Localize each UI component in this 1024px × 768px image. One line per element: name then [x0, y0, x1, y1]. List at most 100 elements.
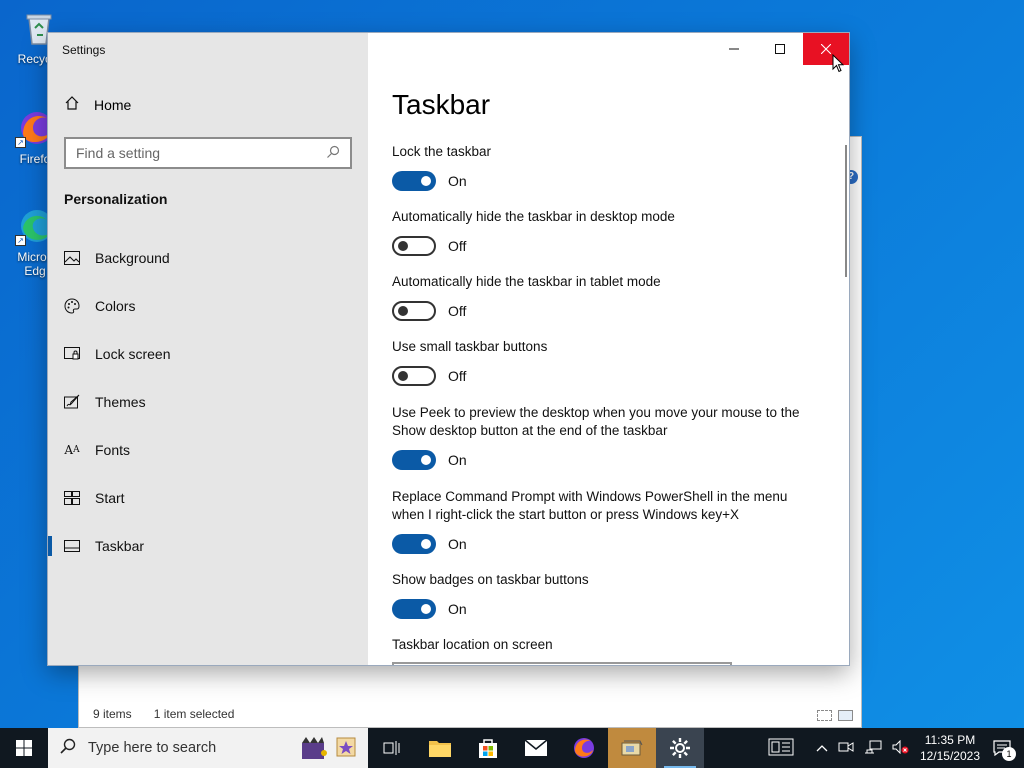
lock-screen-icon [64, 346, 80, 362]
system-tray: 11:35 PM 12/15/2023 1 [768, 728, 1024, 768]
toggle-row-lock-taskbar: On [392, 171, 467, 191]
setting-label-badges: Show badges on taskbar buttons [392, 572, 589, 587]
action-center-button[interactable]: 1 [990, 736, 1016, 761]
large-icons-view-icon[interactable] [838, 710, 853, 721]
app-icon [621, 740, 643, 756]
window-title: Settings [62, 43, 106, 57]
nav-item-themes[interactable]: Themes [48, 378, 368, 426]
search-icon[interactable] [326, 145, 340, 162]
status-bar: 9 items 1 item selected [79, 701, 861, 727]
toggle-small-buttons[interactable] [392, 366, 436, 386]
toggle-row-peek: On [392, 450, 467, 470]
details-view-icon[interactable] [817, 710, 832, 721]
nav-label: Lock screen [95, 346, 171, 362]
search-highlight-icon [300, 735, 358, 761]
nav-item-colors[interactable]: Colors [48, 282, 368, 330]
toggle-state: On [448, 601, 467, 617]
mail-button[interactable] [512, 728, 560, 768]
mail-icon [524, 739, 548, 756]
personalization-nav: Background Colors Lock screen Themes A A… [48, 234, 368, 570]
setting-label-peek: Use Peek to preview the desktop when you… [392, 405, 800, 438]
file-explorer-taskbar-button[interactable] [416, 728, 464, 768]
taskbar-location-dropdown[interactable] [392, 662, 732, 665]
store-bag-icon [479, 739, 497, 758]
toggle-row-hide-desktop: Off [392, 236, 466, 256]
toggle-row-small-buttons: Off [392, 366, 466, 386]
settings-window: Settings Home Find a setting Personaliza… [48, 33, 849, 665]
find-setting-input[interactable]: Find a setting [64, 137, 352, 169]
toggle-row-powershell: On [392, 534, 467, 554]
toggle-state: Off [448, 238, 467, 254]
setting-label-small-buttons: Use small taskbar buttons [392, 339, 548, 354]
meet-now-icon[interactable] [838, 740, 854, 757]
setting-label-lock-taskbar: Lock the taskbar [392, 144, 492, 159]
toggle-state: Off [448, 303, 467, 319]
toggle-peek[interactable] [392, 450, 436, 470]
firefox-icon [574, 738, 594, 758]
notification-count-badge: 1 [1002, 747, 1016, 761]
nav-item-lock-screen[interactable]: Lock screen [48, 330, 368, 378]
scrollbar-thumb[interactable] [845, 145, 847, 277]
home-label: Home [94, 96, 132, 113]
shortcut-arrow-icon: ↗ [15, 137, 26, 148]
themes-brush-icon [64, 394, 80, 410]
nav-label: Themes [95, 394, 146, 410]
nav-label: Fonts [95, 442, 131, 458]
close-icon [821, 44, 831, 54]
minimize-button[interactable] [711, 33, 757, 65]
toggle-state: On [448, 452, 467, 468]
task-view-icon [383, 741, 400, 755]
window-controls [711, 33, 849, 65]
nav-item-start[interactable]: Start [48, 474, 368, 522]
view-toggle-group [817, 710, 853, 721]
start-button[interactable] [0, 728, 48, 768]
home-link[interactable]: Home [64, 95, 131, 114]
nav-item-taskbar[interactable]: Taskbar [48, 522, 368, 570]
toggle-hide-tablet[interactable] [392, 301, 436, 321]
toggle-state: On [448, 536, 467, 552]
nav-label: Background [95, 250, 170, 266]
home-icon [64, 95, 80, 114]
clock[interactable]: 11:35 PM 12/15/2023 [920, 732, 980, 764]
news-widget-icon[interactable] [768, 738, 794, 759]
toggle-powershell[interactable] [392, 534, 436, 554]
volume-muted-icon[interactable] [892, 739, 910, 757]
taskbar-search-box[interactable]: Type here to search [48, 728, 368, 768]
gear-icon [670, 738, 690, 758]
setting-label-location: Taskbar location on screen [392, 637, 553, 652]
microsoft-store-button[interactable] [464, 728, 512, 768]
settings-sidebar: Settings Home Find a setting Personaliza… [48, 33, 368, 665]
toggle-hide-desktop[interactable] [392, 236, 436, 256]
toggle-state: Off [448, 368, 467, 384]
toggle-row-hide-tablet: Off [392, 301, 466, 321]
search-placeholder: Find a setting [76, 145, 161, 161]
task-view-button[interactable] [368, 728, 416, 768]
fonts-icon: AA [64, 443, 80, 457]
section-heading: Personalization [64, 191, 168, 207]
settings-content: Taskbar Lock the taskbar On Automaticall… [368, 33, 849, 665]
firefox-taskbar-button[interactable] [560, 728, 608, 768]
app-taskbar-button[interactable] [608, 728, 656, 768]
nav-label: Start [95, 490, 125, 506]
show-hidden-icons-chevron-icon[interactable] [816, 741, 828, 755]
status-item-count: 9 items [93, 707, 132, 721]
page-title: Taskbar [392, 89, 491, 120]
nav-label: Taskbar [95, 538, 145, 554]
toggle-badges[interactable] [392, 599, 436, 619]
nav-item-background[interactable]: Background [48, 234, 368, 282]
mouse-cursor-icon [832, 53, 845, 78]
windows-logo-icon [16, 740, 32, 756]
maximize-button[interactable] [757, 33, 803, 65]
setting-label-powershell: Replace Command Prompt with Windows Powe… [392, 489, 788, 522]
start-grid-icon [64, 490, 80, 506]
folder-icon [429, 741, 451, 757]
toggle-lock-taskbar[interactable] [392, 171, 436, 191]
nav-label: Colors [95, 298, 136, 314]
taskbar: Type here to search 11:35 PM 12/15/2023 … [0, 728, 1024, 768]
background-picture-icon [64, 250, 80, 266]
toggle-row-badges: On [392, 599, 467, 619]
nav-item-fonts[interactable]: AA Fonts [48, 426, 368, 474]
network-icon[interactable] [864, 740, 882, 757]
taskbar-icon [64, 538, 80, 554]
settings-taskbar-button[interactable] [656, 728, 704, 768]
